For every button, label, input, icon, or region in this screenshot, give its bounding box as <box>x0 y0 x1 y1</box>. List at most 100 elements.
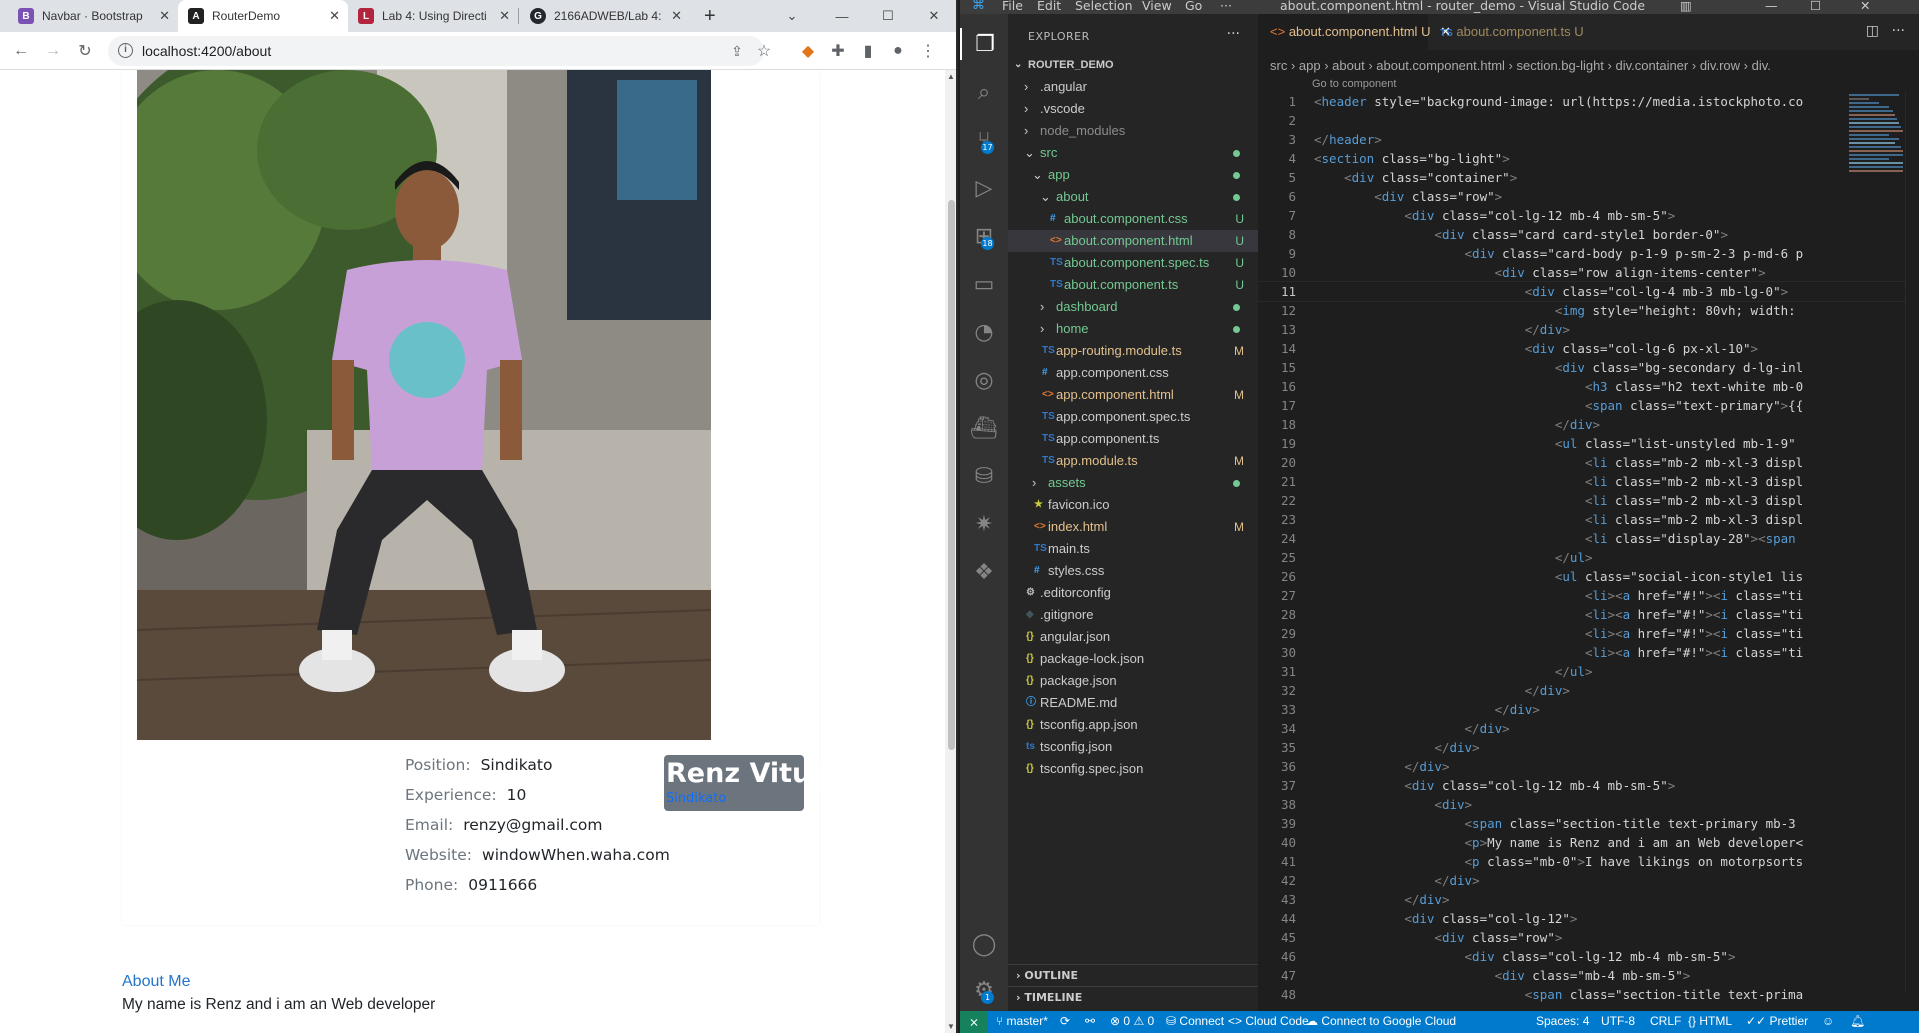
source-control-icon[interactable]: ⑂ 17 <box>968 124 1000 156</box>
docker-icon[interactable]: ⛴ <box>968 412 1000 444</box>
menu-kebab-icon[interactable]: ⋮ <box>917 40 939 62</box>
editor-scrollbar[interactable] <box>1905 92 1919 992</box>
site-info-icon[interactable]: i <box>118 43 133 58</box>
tab-lab4[interactable]: L Lab 4: Using Directi ✕ <box>348 0 518 32</box>
encoding-status[interactable]: UTF-8 <box>1601 1014 1635 1028</box>
outline-section[interactable]: › OUTLINE <box>1008 964 1258 986</box>
menu-view[interactable]: View <box>1142 0 1172 13</box>
code-line[interactable]: 16 <h3 class="h2 text-white mb-0 <box>1258 377 1919 396</box>
code-line[interactable]: 37 <div class="col-lg-12 mb-4 mb-sm-5"> <box>1258 776 1919 795</box>
tree-item[interactable]: TS app.component.spec.ts <box>1008 406 1258 428</box>
code-line[interactable]: 5 <div class="container"> <box>1258 168 1919 187</box>
apis-icon[interactable]: ❖ <box>968 556 1000 588</box>
tree-item[interactable]: # styles.css <box>1008 560 1258 582</box>
code-line[interactable]: 48 <span class="section-title text-prima <box>1258 985 1919 1004</box>
tree-item[interactable]: TS app.component.ts <box>1008 428 1258 450</box>
code-line[interactable]: 41 <p class="mb-0">I have likings on mot… <box>1258 852 1919 871</box>
code-line[interactable]: 27 <li><a href="#!"><i class="ti <box>1258 586 1919 605</box>
extensions-icon[interactable]: ⊞ 18 <box>968 220 1000 252</box>
timeline-section[interactable]: › TIMELINE <box>1008 986 1258 1008</box>
close-window-icon[interactable]: ✕ <box>1860 0 1870 13</box>
tree-item[interactable]: <> about.component.html U <box>1008 230 1258 252</box>
scrollbar-thumb[interactable] <box>948 200 955 750</box>
tree-item[interactable]: › dashboard <box>1008 296 1258 318</box>
git-branch-status[interactable]: ⑂ master* <box>996 1014 1048 1028</box>
tree-item[interactable]: TS about.component.ts U <box>1008 274 1258 296</box>
tree-item[interactable]: ts tsconfig.json <box>1008 736 1258 758</box>
problems-status[interactable]: ⊗ 0 ⚠ 0 <box>1110 1014 1154 1028</box>
code-line[interactable]: 36 </div> <box>1258 757 1919 776</box>
tree-item[interactable]: {} package-lock.json <box>1008 648 1258 670</box>
code-line[interactable]: 42 </div> <box>1258 871 1919 890</box>
menu-file[interactable]: File <box>1002 0 1023 13</box>
new-tab-button[interactable]: + <box>694 0 724 32</box>
code-line[interactable]: 29 <li><a href="#!"><i class="ti <box>1258 624 1919 643</box>
breadcrumb-item[interactable]: div.container <box>1616 58 1689 73</box>
code-line[interactable]: 13 </div> <box>1258 320 1919 339</box>
extensions-puzzle-icon[interactable]: ✚ <box>827 40 849 62</box>
code-line[interactable]: 8 <div class="card card-style1 border-0"… <box>1258 225 1919 244</box>
code-line[interactable]: 6 <div class="row"> <box>1258 187 1919 206</box>
tree-item[interactable]: ⌄ about <box>1008 186 1258 208</box>
code-line[interactable]: 35 </div> <box>1258 738 1919 757</box>
code-line[interactable]: 17 <span class="text-primary">{{ <box>1258 396 1919 415</box>
code-line[interactable]: 19 <ul class="list-unstyled mb-1-9" <box>1258 434 1919 453</box>
bookmark-star-icon[interactable]: ☆ <box>753 40 775 62</box>
tree-item[interactable]: {} package.json <box>1008 670 1258 692</box>
menu-go[interactable]: Go <box>1185 0 1202 13</box>
code-line[interactable]: 33 </div> <box>1258 700 1919 719</box>
forward-arrow-icon[interactable]: → <box>42 40 64 62</box>
code-line[interactable]: 32 </div> <box>1258 681 1919 700</box>
code-line[interactable]: 20 <li class="mb-2 mb-xl-3 displ <box>1258 453 1919 472</box>
tree-item[interactable]: ⌄ src <box>1008 142 1258 164</box>
code-line[interactable]: 45 <div class="row"> <box>1258 928 1919 947</box>
layout-icon[interactable]: ▥ <box>1680 0 1692 13</box>
tree-item[interactable]: # app.component.css <box>1008 362 1258 384</box>
minimap[interactable] <box>1849 92 1905 242</box>
code-line[interactable]: 47 <div class="mb-4 mb-sm-5"> <box>1258 966 1919 985</box>
code-line[interactable]: 11 <div class="col-lg-4 mb-3 mb-lg-0"> <box>1257 281 1919 302</box>
profile-avatar-icon[interactable]: ● <box>887 40 909 62</box>
codelens-go-to-component[interactable]: Go to component <box>1312 78 1396 90</box>
code-line[interactable]: 40 <p>My name is Renz and i am an Web de… <box>1258 833 1919 852</box>
tree-item[interactable]: ◆ .gitignore <box>1008 604 1258 626</box>
metamask-icon[interactable]: ◆ <box>797 40 819 62</box>
explorer-icon[interactable]: ❐ <box>960 28 1008 60</box>
settings-gear-icon[interactable]: ⚙ 1 <box>968 974 1000 1006</box>
breadcrumb-item[interactable]: div.row <box>1700 58 1740 73</box>
language-mode-status[interactable]: {} HTML <box>1688 1014 1732 1028</box>
code-line[interactable]: 2 <box>1258 111 1919 130</box>
code-line[interactable]: 39 <span class="section-title text-prima… <box>1258 814 1919 833</box>
tree-item[interactable]: TS about.component.spec.ts U <box>1008 252 1258 274</box>
sync-icon[interactable]: ⟳ <box>1060 1014 1070 1028</box>
remote-indicator-icon[interactable]: ⨯ <box>960 1011 988 1033</box>
tree-item[interactable]: {} angular.json <box>1008 626 1258 648</box>
tree-item[interactable]: ⌄ app <box>1008 164 1258 186</box>
code-line[interactable]: 18 </div> <box>1258 415 1919 434</box>
tree-item[interactable]: # about.component.css U <box>1008 208 1258 230</box>
menu-selection[interactable]: Selection <box>1075 0 1133 13</box>
tab-github[interactable]: G 2166ADWEB/Lab 4: ✕ <box>520 0 690 32</box>
address-bar[interactable]: i localhost:4200/about ⇪ ☆ <box>108 36 771 66</box>
code-line[interactable]: 14 <div class="col-lg-6 px-xl-10"> <box>1258 339 1919 358</box>
code-line[interactable]: 31 </ul> <box>1258 662 1919 681</box>
eol-status[interactable]: CRLF <box>1650 1014 1681 1028</box>
tree-item[interactable]: {} tsconfig.app.json <box>1008 714 1258 736</box>
menu-more[interactable]: ··· <box>1220 0 1232 13</box>
close-icon[interactable]: ✕ <box>499 8 510 24</box>
url-text[interactable]: localhost:4200/about <box>142 43 271 59</box>
code-line[interactable]: 38 <div> <box>1258 795 1919 814</box>
editor-tab-about-ts[interactable]: TS about.component.ts U <box>1428 14 1584 50</box>
tree-item[interactable]: ★ favicon.ico <box>1008 494 1258 516</box>
more-actions-icon[interactable]: ··· <box>1892 23 1905 39</box>
tree-item[interactable]: TS app-routing.module.ts M <box>1008 340 1258 362</box>
code-line[interactable]: 25 </ul> <box>1258 548 1919 567</box>
code-line[interactable]: 22 <li class="mb-2 mb-xl-3 displ <box>1258 491 1919 510</box>
breadcrumb-item[interactable]: src <box>1270 58 1287 73</box>
code-line[interactable]: 9 <div class="card-body p-1-9 p-sm-2-3 p… <box>1258 244 1919 263</box>
tree-item[interactable]: TS main.ts <box>1008 538 1258 560</box>
close-window-icon[interactable]: ✕ <box>912 0 956 32</box>
close-icon[interactable]: ✕ <box>159 8 170 24</box>
code-editor[interactable]: 1 <header style="background-image: url(ht… <box>1257 92 1919 1004</box>
minimize-icon[interactable]: — <box>820 0 864 32</box>
